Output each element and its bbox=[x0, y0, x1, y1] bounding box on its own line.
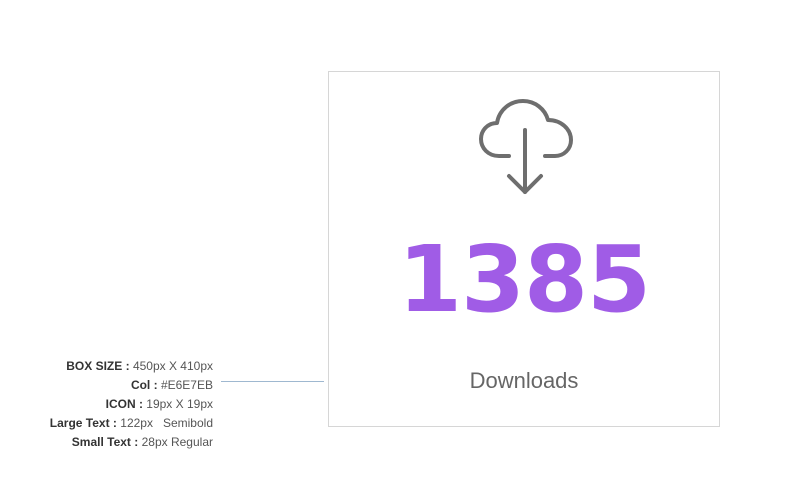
spec-key: BOX SIZE bbox=[66, 359, 123, 373]
spec-key: Col bbox=[130, 378, 151, 392]
download-label: Downloads bbox=[469, 368, 579, 393]
spec-separator: : bbox=[150, 378, 161, 392]
download-count: 1385 bbox=[397, 226, 651, 333]
spec-separator: : bbox=[109, 416, 121, 430]
spec-value: 450px X 410px bbox=[132, 359, 213, 373]
annotation-leader-line bbox=[221, 381, 324, 382]
downloads-stat-card: 1385 Downloads bbox=[328, 71, 720, 427]
spec-separator: : bbox=[135, 397, 147, 411]
spec-row-col: Col : #E6E7EB bbox=[50, 376, 213, 395]
spec-row-icon: ICON : 19px X 19px bbox=[50, 395, 213, 414]
spec-row-box-size: BOX SIZE : 450px X 410px bbox=[50, 357, 213, 376]
spec-key: ICON bbox=[105, 397, 136, 411]
spec-value: 19px X 19px bbox=[146, 397, 213, 411]
spec-key: Small Text bbox=[71, 435, 131, 449]
cloud-download-icon bbox=[475, 96, 579, 200]
spec-key: Large Text bbox=[49, 416, 110, 430]
spec-separator: : bbox=[122, 359, 133, 373]
spec-row-small-text: Small Text : 28px Regular bbox=[50, 433, 213, 452]
spec-separator: : bbox=[130, 435, 142, 449]
spec-row-large-text: Large Text : 122px Semibold bbox=[50, 414, 213, 433]
spec-annotation: BOX SIZE : 450px X 410px Col : #E6E7EB I… bbox=[50, 357, 213, 452]
spec-value: 122px Semibold bbox=[120, 416, 213, 430]
spec-value: 28px Regular bbox=[141, 435, 213, 449]
spec-value: #E6E7EB bbox=[160, 378, 213, 392]
